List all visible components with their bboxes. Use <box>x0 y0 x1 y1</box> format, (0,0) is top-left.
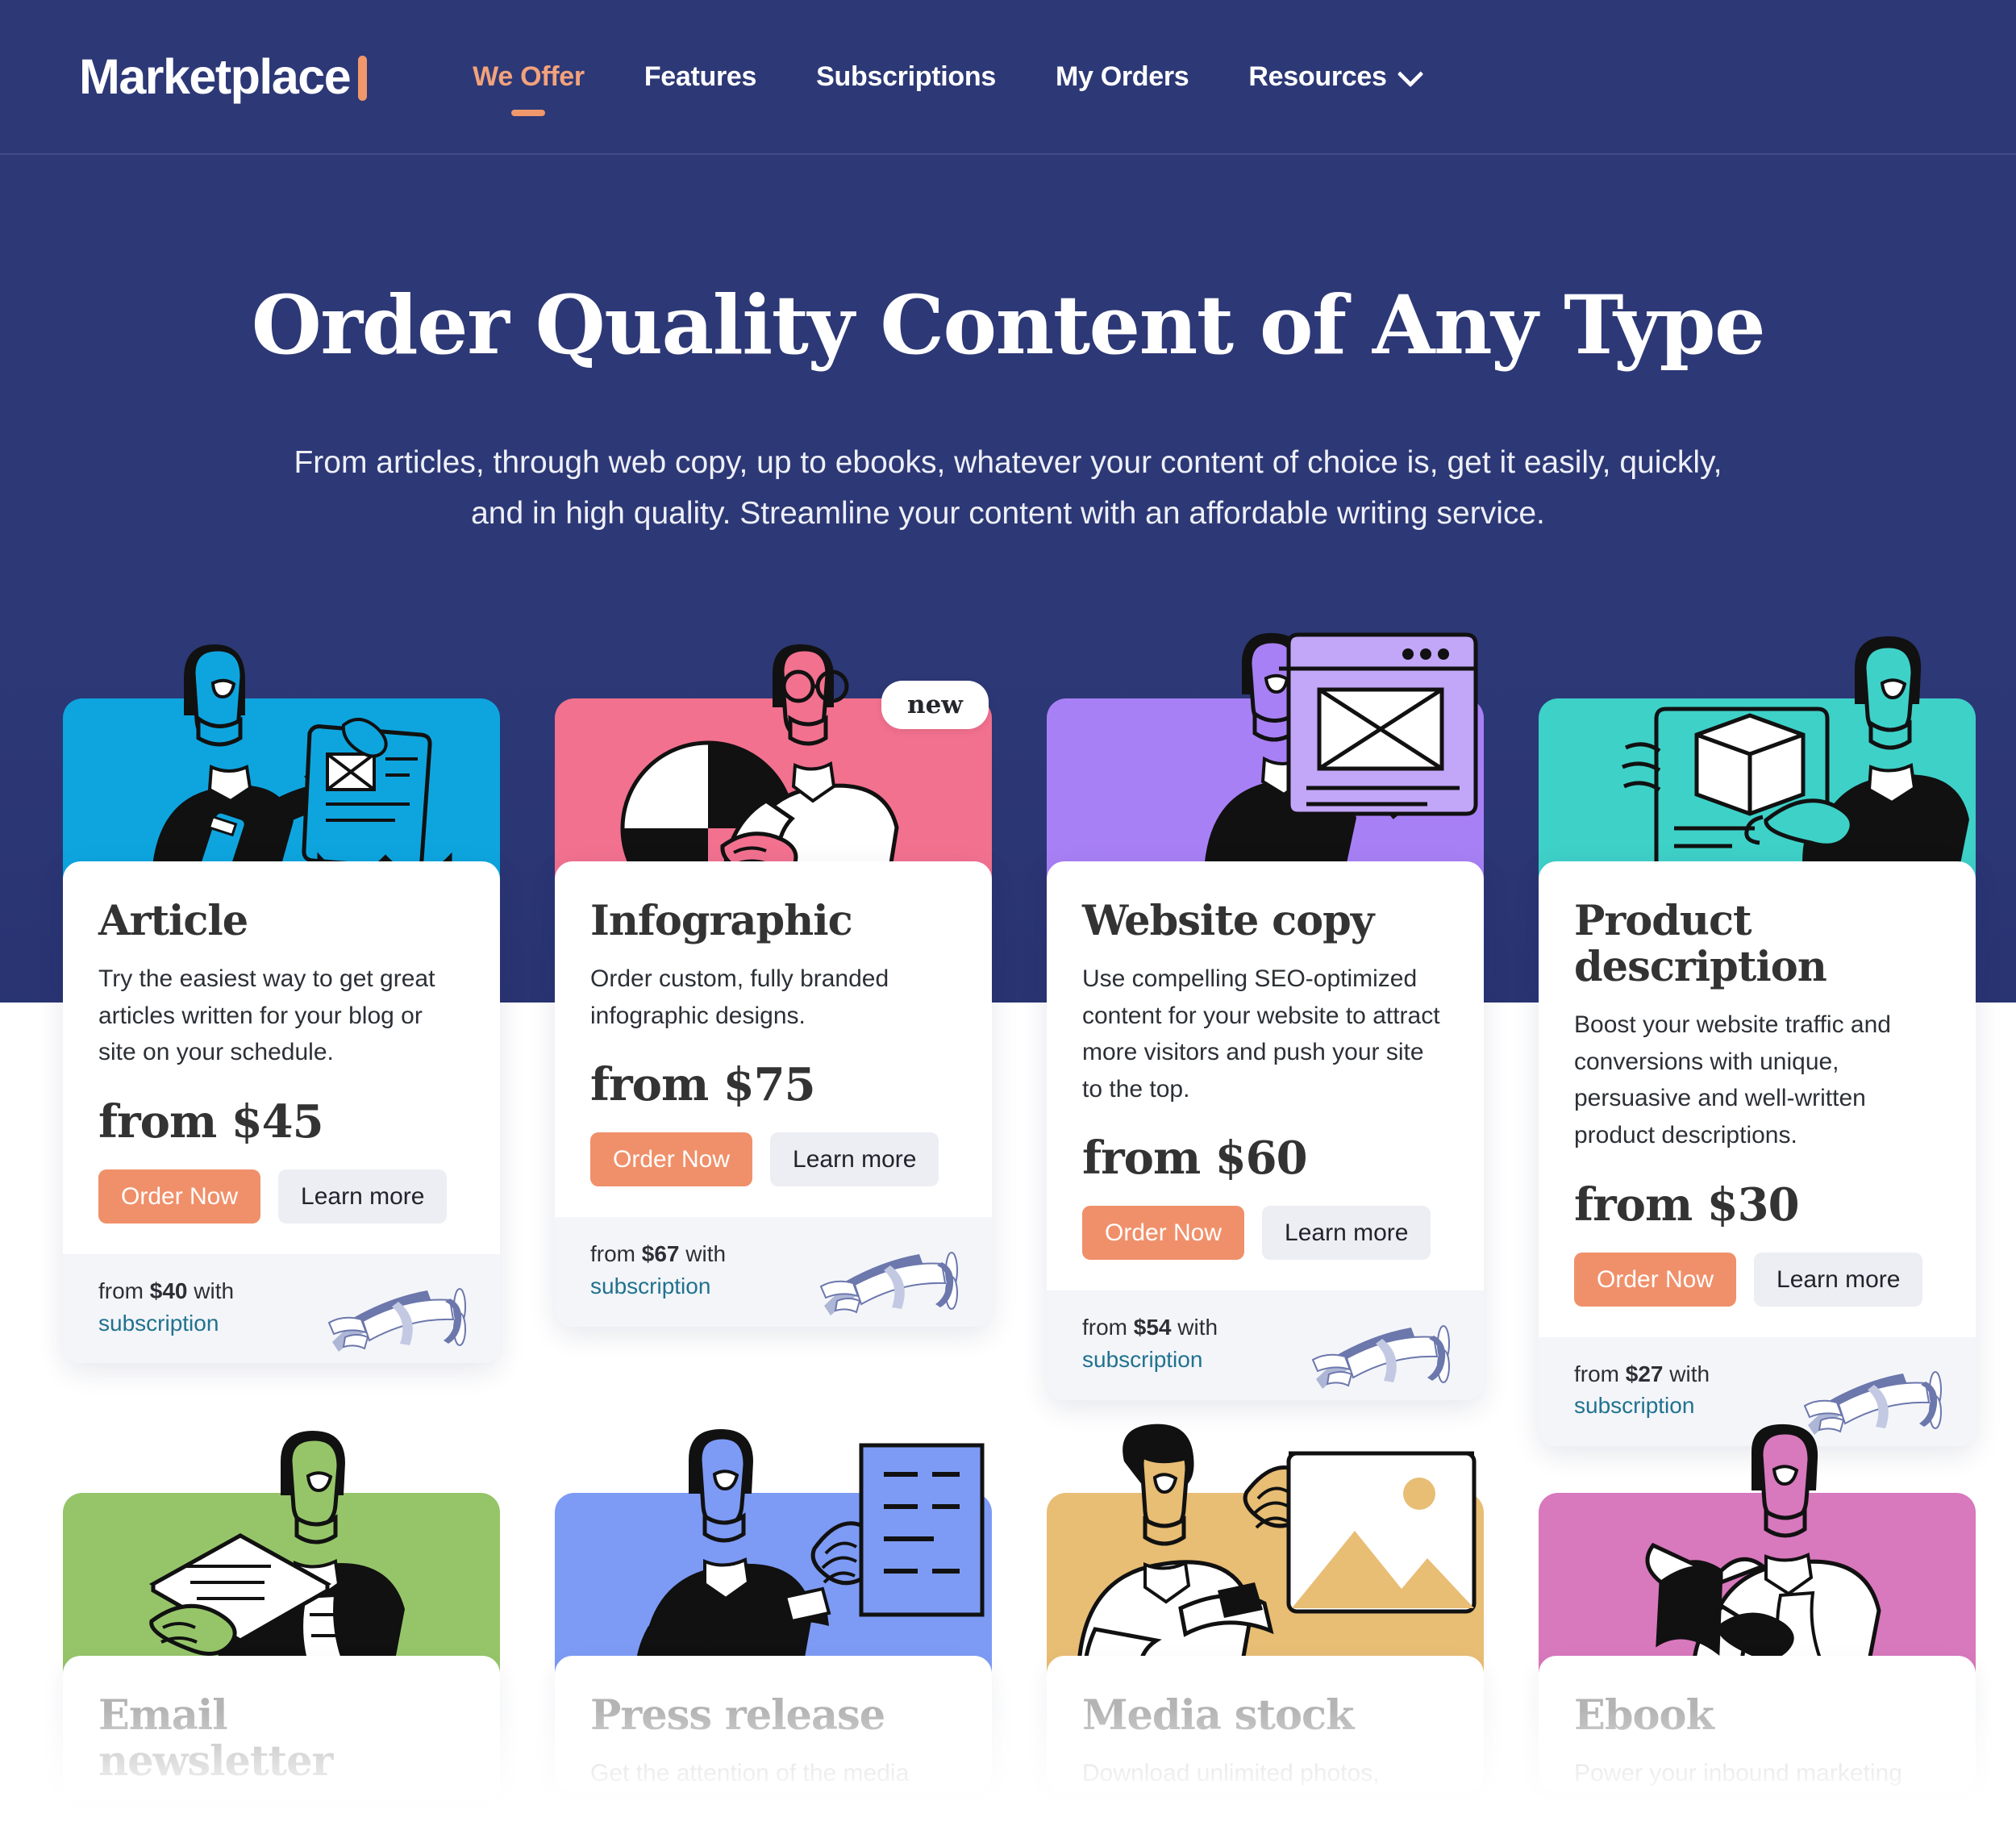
offer-card-website-copy[interactable]: Website copy Use compelling SEO-optimize… <box>1047 632 1484 1446</box>
nav-item-resources[interactable]: Resources <box>1218 60 1446 93</box>
card-description: Download unlimited photos, <box>1082 1760 1380 1787</box>
offer-card-ebook[interactable]: Ebook Power your inbound marketing <box>1539 1424 1976 1801</box>
page-subtitle: From articles, through web copy, up to e… <box>294 445 1722 531</box>
nav-item-label: Subscriptions <box>816 60 996 92</box>
card-description: Try the easiest way to get great article… <box>98 965 435 1066</box>
nav-item-subscriptions[interactable]: Subscriptions <box>786 61 1026 93</box>
nav-item-label: My Orders <box>1055 60 1189 92</box>
brand-logo-accent-bar <box>358 56 368 101</box>
subscription-price: $27 <box>1625 1361 1664 1386</box>
brand-logo[interactable]: Marketplace <box>79 0 368 153</box>
subscription-price: $40 <box>149 1278 188 1303</box>
card-body-content: Media stock Download unlimited photos, <box>1047 1656 1484 1792</box>
top-navigation-bar: Marketplace We Offer Features Subscripti… <box>0 0 2016 155</box>
card-title: Ebook <box>1574 1691 1714 1740</box>
card-title: Product description <box>1574 897 1827 992</box>
card-actions: Order Now Learn more <box>590 1132 956 1187</box>
card-subscription-footer: from $40 with subscription <box>63 1253 500 1364</box>
card-actions: Order Now Learn more <box>1082 1206 1448 1261</box>
card-body: Article Try the easiest way to get great… <box>63 861 500 1364</box>
card-body: Ebook Power your inbound marketing <box>1539 1656 1976 1792</box>
card-subscription-footer: from $67 with subscription <box>555 1217 992 1327</box>
card-description: Get the attention of the media <box>590 1760 910 1787</box>
subscription-price: $54 <box>1133 1315 1172 1340</box>
offer-card-media-stock[interactable]: Media stock Download unlimited photos, <box>1047 1424 1484 1801</box>
card-price: from $30 <box>1574 1178 1800 1232</box>
card-title: Infographic <box>590 897 853 945</box>
order-now-button[interactable]: Order Now <box>1574 1252 1737 1307</box>
card-body: Media stock Download unlimited photos, <box>1047 1656 1484 1792</box>
offer-card-infographic[interactable]: new Infographic Order custom, fully bran… <box>555 644 992 1446</box>
brand-logo-text: Marketplace <box>79 48 352 104</box>
nav-item-my-orders[interactable]: My Orders <box>1026 61 1218 93</box>
card-price: from $60 <box>1082 1132 1308 1186</box>
offer-card-email-newsletter[interactable]: Email newsletter <box>63 1431 500 1802</box>
card-title: Press release <box>590 1691 885 1740</box>
nav-item-features[interactable]: Features <box>614 61 786 93</box>
card-body-content: Product description Boost your website t… <box>1539 861 1976 1337</box>
card-description: Boost your website traffic and conversio… <box>1574 1011 1891 1148</box>
active-tab-indicator <box>511 109 546 116</box>
card-body: Product description Boost your website t… <box>1539 861 1976 1447</box>
offer-card-press-release[interactable]: Press release Get the attention of the m… <box>555 1429 992 1801</box>
card-price: from $45 <box>98 1094 324 1148</box>
card-body: Email newsletter <box>63 1656 500 1802</box>
page-title: Order Quality Content of Any Type <box>251 277 1766 373</box>
paper-plane-icon <box>1311 1324 1450 1389</box>
card-body-content: Article Try the easiest way to get great… <box>63 861 500 1254</box>
card-title: Media stock <box>1082 1691 1354 1740</box>
nav-item-label: We Offer <box>473 60 585 92</box>
page-root: Marketplace We Offer Features Subscripti… <box>0 0 2016 1830</box>
offer-card-article[interactable]: Article Try the easiest way to get great… <box>63 644 500 1446</box>
paper-plane-icon <box>819 1251 958 1315</box>
card-subscription-footer: from $54 with subscription <box>1047 1290 1484 1400</box>
card-body: Website copy Use compelling SEO-optimize… <box>1047 861 1484 1400</box>
learn-more-button[interactable]: Learn more <box>1262 1206 1431 1261</box>
learn-more-button[interactable]: Learn more <box>1754 1252 1923 1307</box>
paper-plane-icon <box>327 1288 466 1353</box>
nav-item-label: Resources <box>1248 60 1387 92</box>
offer-card-product-description[interactable]: Product description Boost your website t… <box>1539 636 1976 1447</box>
card-body-content: Email newsletter <box>63 1656 500 1801</box>
nav-links: We Offer Features Subscriptions My Order… <box>443 60 1446 116</box>
card-actions: Order Now Learn more <box>98 1169 464 1223</box>
card-description: Order custom, fully branded infographic … <box>590 965 889 1029</box>
card-price: from $75 <box>590 1058 816 1112</box>
card-body: Infographic Order custom, fully branded … <box>555 861 992 1327</box>
card-title: Website copy <box>1082 897 1374 945</box>
learn-more-button[interactable]: Learn more <box>278 1169 448 1223</box>
card-body-content: Website copy Use compelling SEO-optimize… <box>1047 861 1484 1290</box>
card-title: Email newsletter <box>98 1691 333 1786</box>
order-now-button[interactable]: Order Now <box>1082 1206 1245 1261</box>
card-description: Use compelling SEO-optimized content for… <box>1082 965 1440 1103</box>
card-body-content: Infographic Order custom, fully branded … <box>555 861 992 1217</box>
card-description: Power your inbound marketing <box>1574 1760 1902 1787</box>
subscription-price: $67 <box>641 1241 680 1267</box>
nav-item-we-offer[interactable]: We Offer <box>443 60 614 116</box>
card-body-content: Press release Get the attention of the m… <box>555 1656 992 1792</box>
card-title: Article <box>98 897 248 945</box>
card-actions: Order Now Learn more <box>1574 1252 1940 1307</box>
offer-card-grid: Article Try the easiest way to get great… <box>63 632 1976 1802</box>
chevron-down-icon <box>1397 60 1423 87</box>
order-now-button[interactable]: Order Now <box>98 1169 261 1223</box>
nav-item-label: Features <box>644 60 757 92</box>
new-badge: new <box>881 681 989 729</box>
order-now-button[interactable]: Order Now <box>590 1132 753 1187</box>
card-body: Press release Get the attention of the m… <box>555 1656 992 1792</box>
card-body-content: Ebook Power your inbound marketing <box>1539 1656 1976 1792</box>
learn-more-button[interactable]: Learn more <box>770 1132 939 1187</box>
